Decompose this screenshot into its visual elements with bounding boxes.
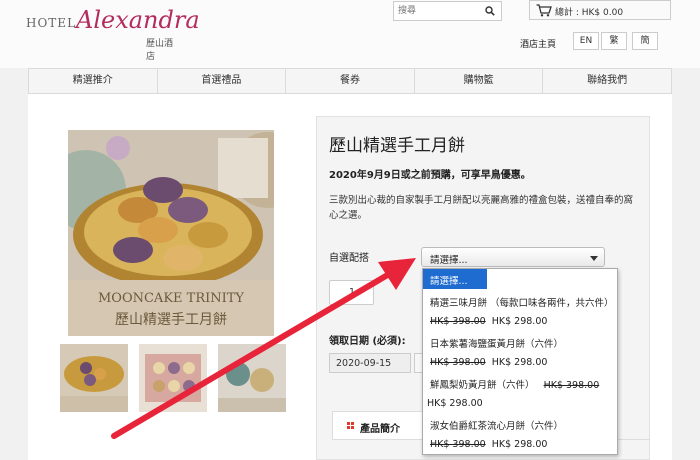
sale-price: HK$ 298.00 (491, 316, 548, 327)
pickup-date-value: 2020-09-15 (336, 358, 392, 369)
sale-price: HK$ 298.00 (491, 439, 548, 450)
search-icon[interactable] (485, 6, 495, 16)
thumbnail-image (139, 344, 207, 412)
sale-price: HK$ 298.00 (491, 357, 548, 368)
dropdown-option-2-price[interactable]: HK$ 398.00 HK$ 298.00 (430, 357, 547, 368)
nav-featured[interactable]: 精選推介 (29, 69, 158, 93)
dropdown-option-1[interactable]: 精選三味月餅 （每款口味各兩件，共六件） (430, 295, 614, 309)
image-caption-zh: 歷山精選手工月餅 (115, 311, 227, 328)
lang-simplified-button[interactable]: 簡 (632, 32, 658, 50)
original-price: HK$ 398.00 (430, 357, 486, 368)
dropdown-option-3-price[interactable]: HK$ 298.00 (427, 398, 483, 409)
product-description: 三款別出心裁的自家製手工月餅配以亮麗高雅的禮盒包裝，送禮自奉的窩心之選。 (329, 195, 634, 221)
cart-total: 總計 : HK$ 0.00 (555, 8, 624, 18)
product-title: 歷山精選手工月餅 (329, 136, 465, 156)
dropdown-option-2[interactable]: 日本紫薯海鹽蛋黃月餅（六件） (430, 336, 563, 350)
hotel-home-link[interactable]: 酒店主頁 (520, 37, 556, 50)
image-caption-en: MOONCAKE TRINITY (98, 291, 244, 306)
quantity-input[interactable]: 1 (329, 280, 374, 305)
logo-hotel-text: HOTEL (26, 16, 77, 30)
option-label: 自選配搭 (329, 253, 369, 264)
option-name: 鮮鳳梨奶黃月餅（六件） (430, 380, 535, 391)
main-nav: 精選推介 首選禮品 餐券 購物籃 聯絡我們 (28, 68, 672, 94)
product-thumbnail-2[interactable] (139, 344, 207, 412)
early-bird-offer: 2020年9月9日或之前預購，可享早鳥優惠。 (329, 170, 531, 181)
option-dropdown-list: 請選擇... 精選三味月餅 （每款口味各兩件，共六件） HK$ 398.00 H… (422, 268, 618, 455)
grid-icon (347, 422, 354, 429)
search-box (393, 1, 502, 21)
nav-vouchers[interactable]: 餐券 (286, 69, 415, 93)
nav-gifts[interactable]: 首選禮品 (158, 69, 287, 93)
search-input[interactable] (394, 2, 479, 20)
select-value: 請選擇... (430, 255, 468, 266)
quantity-value: 1 (349, 287, 356, 298)
tab-label: 產品簡介 (360, 424, 400, 435)
original-price: HK$ 398.00 (543, 380, 600, 391)
site-header: HOTEL Alexandra 歷山酒店 總計 : HK$ 0.00 酒店主頁 … (0, 0, 700, 68)
dropdown-option-4[interactable]: 淑女伯爵紅茶流心月餅（六件） (430, 418, 563, 432)
hotel-logo[interactable]: HOTEL Alexandra 歷山酒店 (26, 6, 200, 62)
nav-contact[interactable]: 聯絡我們 (543, 69, 671, 93)
option-select[interactable]: 請選擇... (421, 247, 605, 267)
dropdown-option-4-price[interactable]: HK$ 398.00 HK$ 298.00 (430, 439, 547, 450)
pickup-date-field[interactable]: 2020-09-15 (329, 353, 411, 373)
pickup-date-label: 領取日期 (必須): (329, 336, 406, 347)
cart-icon (536, 4, 552, 17)
nav-cart[interactable]: 購物籃 (415, 69, 544, 93)
thumbnail-image (60, 344, 128, 412)
dropdown-option-3[interactable]: 鮮鳳梨奶黃月餅（六件） HK$ 398.00 (430, 377, 599, 391)
lang-traditional-button[interactable]: 繁 (601, 32, 627, 50)
original-price: HK$ 398.00 (430, 439, 486, 450)
product-main-image[interactable]: MOONCAKE TRINITY 歷山精選手工月餅 (68, 130, 274, 336)
chevron-down-icon (590, 256, 598, 261)
dropdown-option-placeholder[interactable]: 請選擇... (423, 269, 487, 289)
product-thumbnail-3[interactable] (218, 344, 286, 412)
logo-script-text: Alexandra (76, 6, 200, 34)
lang-en-button[interactable]: EN (573, 32, 599, 50)
original-price: HK$ 398.00 (430, 316, 486, 327)
dropdown-option-1-price[interactable]: HK$ 398.00 HK$ 298.00 (430, 316, 547, 327)
cart-summary[interactable]: 總計 : HK$ 0.00 (529, 0, 671, 20)
logo-chinese-text: 歷山酒店 (146, 39, 174, 62)
mooncake-photo: MOONCAKE TRINITY 歷山精選手工月餅 (68, 130, 274, 336)
thumbnail-image (218, 344, 286, 412)
product-thumbnail-1[interactable] (60, 344, 128, 412)
